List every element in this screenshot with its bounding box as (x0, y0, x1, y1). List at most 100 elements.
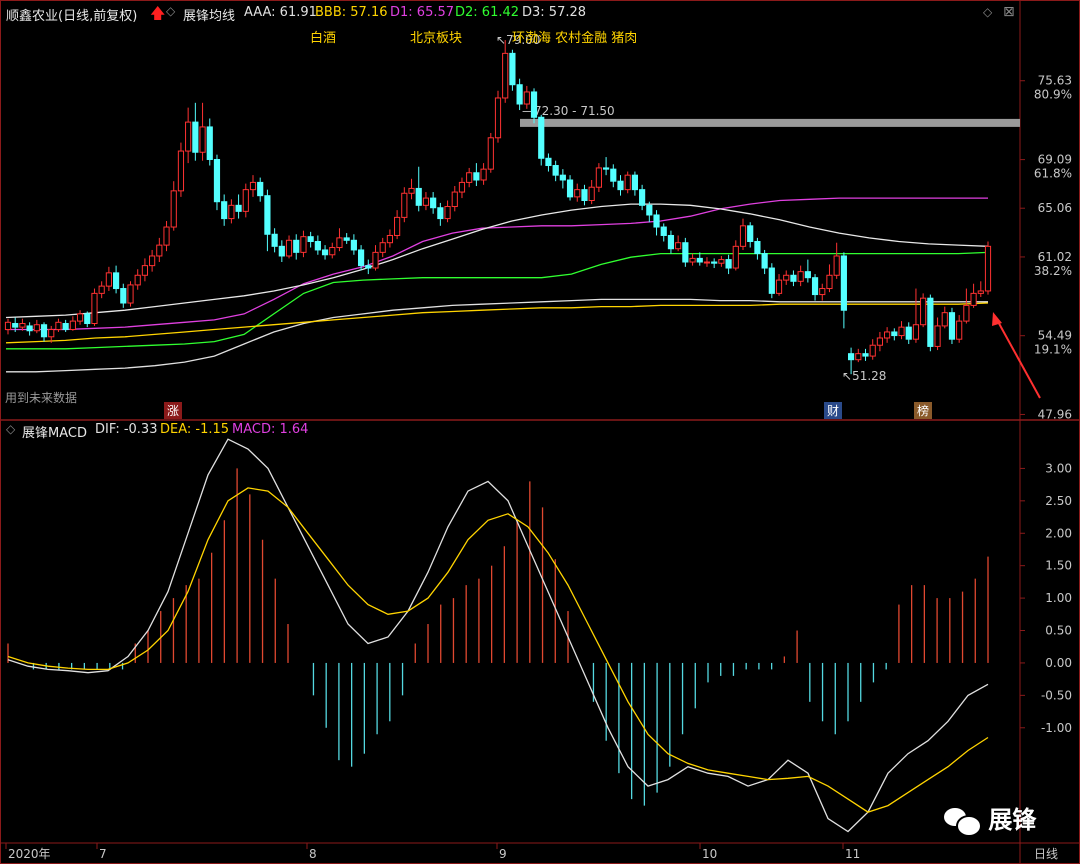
candle-body (19, 323, 26, 328)
macd-title[interactable]: 展锋MACD (22, 422, 87, 441)
d2-value: D2: 61.42 (455, 5, 520, 20)
candle-body (293, 239, 300, 253)
x-axis-label: 10 (702, 847, 717, 861)
candle-body (826, 274, 833, 290)
stock-name[interactable]: 顺鑫农业(日线,前复权) (6, 9, 137, 24)
resistance-zone-bar (520, 118, 1020, 127)
event-badge-finance[interactable]: 财 (824, 402, 843, 419)
candle-body (466, 172, 473, 183)
candle-body (574, 189, 581, 198)
candle-body (300, 236, 307, 253)
annotation-arrow-head (992, 312, 1002, 326)
candle-body (970, 292, 977, 306)
candle-body (149, 255, 156, 267)
candle-body (199, 126, 206, 153)
candle-body (285, 239, 293, 257)
candle-body (847, 353, 855, 361)
candle-body (516, 84, 523, 105)
candle-body (783, 274, 790, 281)
d1-value: D1: 65.57 (390, 5, 455, 20)
candle-body (956, 320, 963, 340)
candle-body (977, 290, 984, 294)
diamond-button[interactable]: ◇ (983, 5, 992, 19)
candle-body (559, 174, 566, 181)
candle-body (163, 226, 170, 246)
candle-body (430, 197, 437, 209)
candle-body (177, 150, 185, 192)
macd-tick-label: 0.00 (1045, 656, 1072, 670)
stock-title[interactable]: 顺鑫农业(日线,前复权) (6, 5, 137, 24)
macd-dea-line (7, 487, 989, 813)
candle-body (703, 261, 711, 264)
candle-body (401, 192, 408, 218)
candle-body (934, 325, 941, 347)
candle-body (4, 321, 12, 331)
candle-body (538, 116, 545, 159)
candle-body (646, 204, 653, 216)
candle-body (105, 272, 112, 287)
candle-body (350, 239, 357, 251)
candle-body (480, 168, 487, 181)
d3-value: D3: 57.28 (522, 5, 587, 20)
candle-body (120, 288, 127, 304)
price-tick-label: 54.49 (1038, 329, 1072, 343)
candle-body (12, 323, 19, 328)
candle-body (127, 284, 134, 304)
candle-body (509, 52, 516, 86)
candle-body (754, 241, 761, 255)
candle-body (624, 174, 631, 191)
concept-tag-3[interactable]: 环渤海 农村金融 猪肉 (512, 27, 637, 46)
candle-body (602, 167, 610, 170)
candle-body (242, 189, 249, 212)
candle-body (898, 326, 905, 337)
macd-tick-label: -0.50 (1041, 688, 1072, 702)
candle-body (55, 321, 62, 331)
candle-body (213, 158, 221, 203)
ma-line-bbb (5, 302, 989, 344)
candle-body (494, 97, 502, 139)
event-badge-ranking[interactable]: 榜 (914, 402, 933, 419)
pct-tick-label: 38.2% (1034, 264, 1072, 278)
candle-body (566, 179, 574, 198)
candle-body (884, 331, 891, 339)
candle-body (689, 257, 696, 263)
macd-settings-icon[interactable]: ◇ (6, 422, 15, 436)
candle-body (307, 236, 314, 243)
candle-body (372, 251, 379, 269)
candle-body (912, 324, 920, 340)
concept-tag-2[interactable]: 北京板块 (410, 27, 462, 46)
indicator-name[interactable]: 展锋均线 (183, 5, 235, 24)
candle-body (134, 274, 141, 286)
candle-body (667, 234, 675, 250)
candle-body (840, 255, 847, 311)
candle-body (675, 242, 682, 250)
candle-body (631, 174, 639, 191)
candle-body (357, 249, 365, 267)
close-panel-button[interactable]: ⊠ (1003, 4, 1015, 20)
candle-body (862, 353, 869, 357)
settings-diamond-icon[interactable]: ◇ (166, 4, 175, 18)
candle-body (76, 313, 84, 322)
candle-body (185, 121, 192, 152)
candle-body (98, 285, 105, 294)
candle-body (819, 288, 826, 296)
concept-tag-1[interactable]: 白酒 (310, 27, 336, 46)
macd-value: MACD: 1.64 (232, 422, 309, 437)
macd-dif: DIF: -0.33 (95, 422, 158, 437)
macd-tick-label: 3.00 (1045, 461, 1072, 475)
candle-body (660, 226, 667, 236)
candle-body (747, 225, 754, 243)
candle-body (26, 325, 33, 332)
candle-body (530, 91, 538, 118)
candle-body (206, 126, 213, 160)
x-axis-label: 8 (309, 847, 317, 861)
candle-body (314, 241, 321, 251)
price-tick-label: 75.63 (1038, 74, 1072, 88)
candle-body (739, 225, 747, 247)
event-badge-limit-up[interactable]: 涨 (164, 402, 183, 419)
macd-dea: DEA: -1.15 (160, 422, 230, 437)
candle-body (48, 329, 55, 338)
candle-body (811, 277, 819, 296)
candle-body (487, 137, 494, 170)
candle-body (192, 121, 199, 153)
